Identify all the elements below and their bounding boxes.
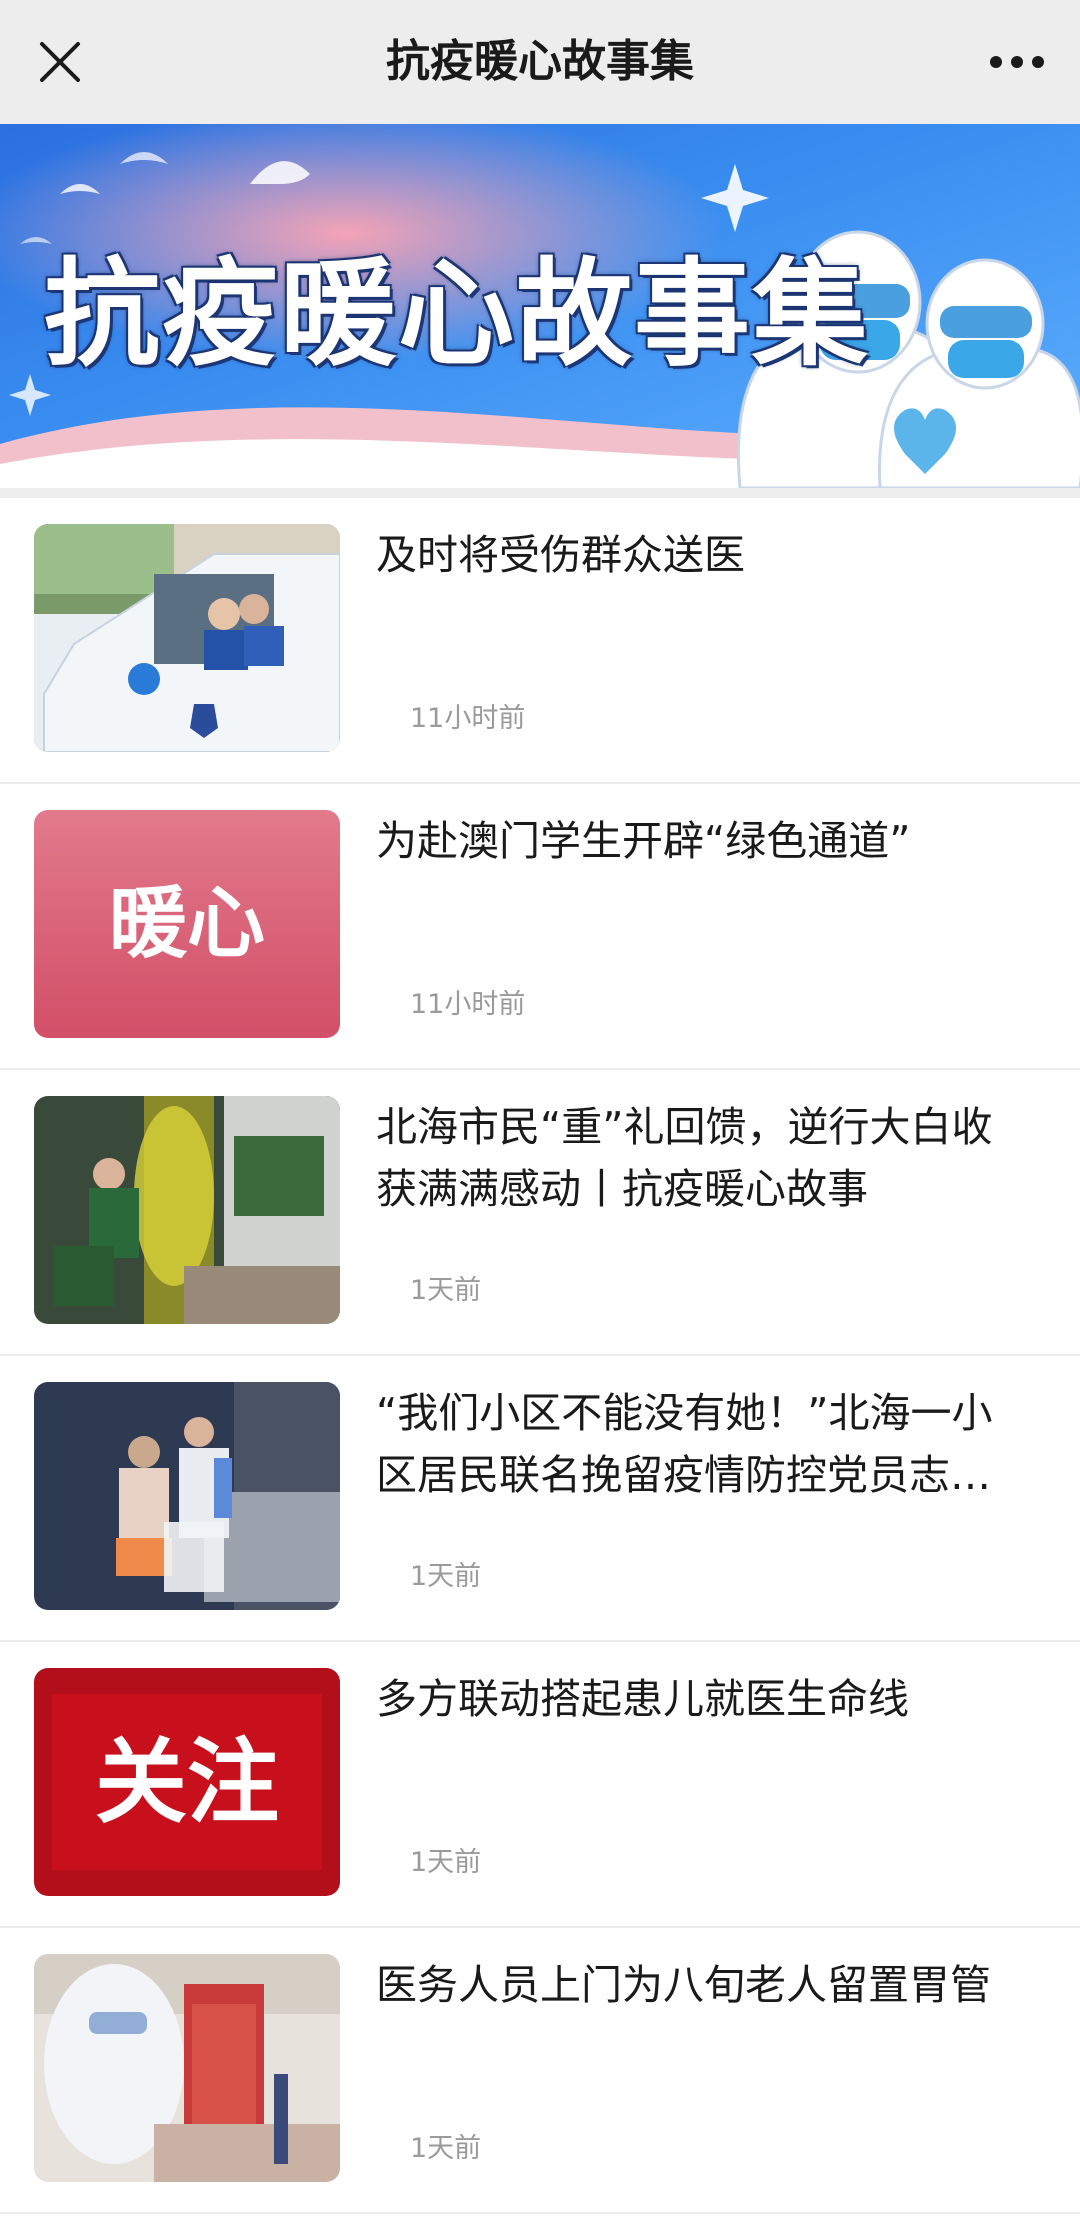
- close-icon[interactable]: [30, 32, 90, 92]
- article-title: 及时将受伤群众送医: [376, 531, 745, 579]
- list-item[interactable]: 及时将受伤群众送医 11小时前: [0, 498, 1080, 784]
- article-thumbnail: [34, 524, 340, 752]
- list-item[interactable]: 关注 多方联动搭起患儿就医生命线 1天前: [0, 1642, 1080, 1928]
- article-time: 1天前: [410, 2133, 482, 2164]
- article-time: 1天前: [410, 1275, 482, 1306]
- banner[interactable]: 抗疫暖心故事集: [0, 124, 1080, 488]
- article-time: 11小时前: [410, 703, 526, 734]
- article-thumbnail: [34, 1096, 340, 1324]
- article-thumbnail: [34, 1954, 340, 2182]
- article-time: 1天前: [410, 1847, 482, 1878]
- list-item[interactable]: 北海市民“重”礼回馈，逆行大白收获满满感动丨抗疫暖心故事 1天前: [0, 1070, 1080, 1356]
- article-time: 11小时前: [410, 989, 526, 1020]
- article-thumbnail: 关注: [34, 1668, 340, 1896]
- article-title: “我们小区不能没有她！”北海一小区居民联名挽留疫情防控党员志愿者: [376, 1389, 993, 1499]
- article-title: 北海市民“重”礼回馈，逆行大白收获满满感动丨抗疫暖心故事: [376, 1103, 993, 1213]
- article-list: 及时将受伤群众送医 11小时前 暖心 为赴澳门学生开辟“绿色通道” 11小时前: [0, 498, 1080, 2214]
- banner-title: 抗疫暖心故事集: [44, 247, 870, 382]
- page-title: 抗疫暖心故事集: [386, 36, 694, 87]
- article-thumbnail: 暖心: [34, 810, 340, 1038]
- article-title: 医务人员上门为八旬老人留置胃管: [376, 1961, 991, 2009]
- top-bar: 抗疫暖心故事集: [0, 0, 1080, 124]
- article-thumbnail: [34, 1382, 340, 1610]
- list-item[interactable]: “我们小区不能没有她！”北海一小区居民联名挽留疫情防控党员志愿者 1天前: [0, 1356, 1080, 1642]
- article-title: 为赴澳门学生开辟“绿色通道”: [376, 817, 911, 865]
- article-time: 1天前: [410, 1561, 482, 1592]
- list-item[interactable]: 医务人员上门为八旬老人留置胃管 1天前: [0, 1928, 1080, 2214]
- list-item[interactable]: 暖心 为赴澳门学生开辟“绿色通道” 11小时前: [0, 784, 1080, 1070]
- article-title: 多方联动搭起患儿就医生命线: [376, 1675, 909, 1723]
- more-icon[interactable]: [982, 38, 1052, 86]
- section-divider: [0, 488, 1080, 498]
- thumb-focus-text: 关注: [95, 1729, 279, 1836]
- thumb-warm-text: 暖心: [109, 879, 265, 969]
